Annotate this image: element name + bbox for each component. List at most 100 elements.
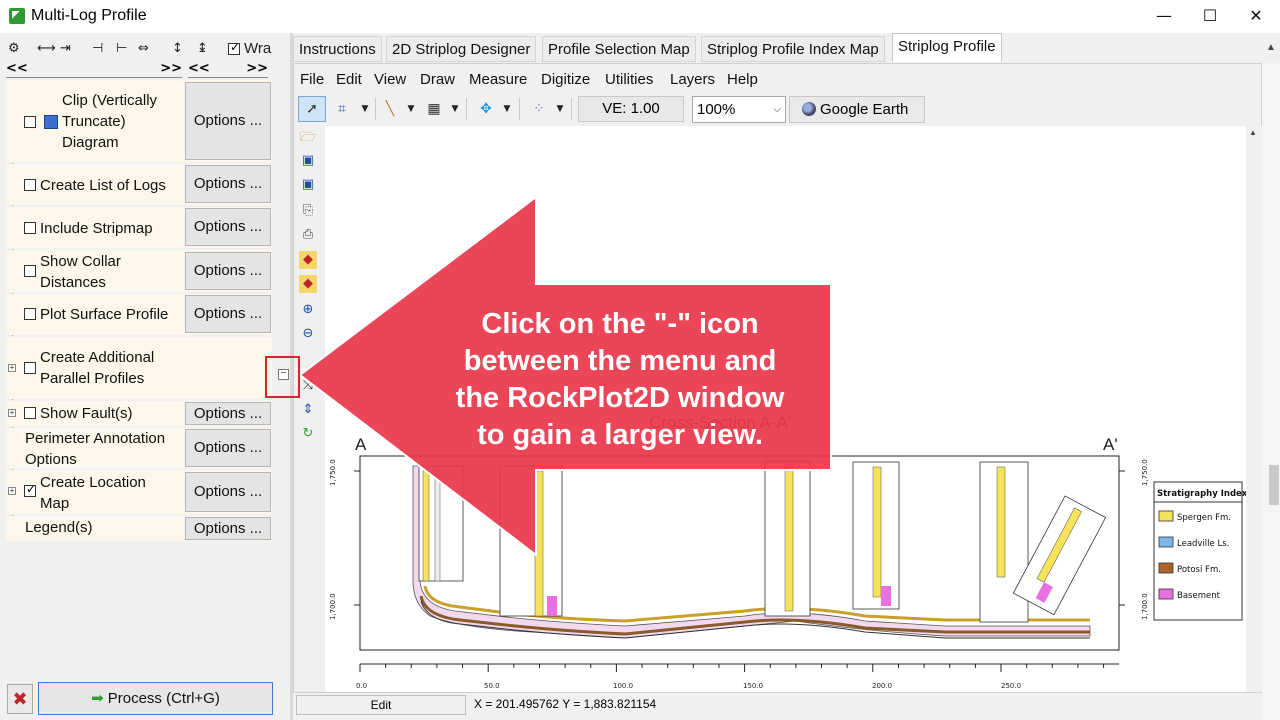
zoom-select[interactable]: 100% ⌵: [692, 96, 786, 123]
outer-scrollbar-thumb[interactable]: [1269, 465, 1279, 505]
cancel-x-button[interactable]: ✖: [7, 684, 33, 714]
menu-file[interactable]: File: [300, 71, 324, 91]
tab-2d-striplog-designer[interactable]: 2D Striplog Designer: [386, 36, 537, 62]
tab-profile-selection-map[interactable]: Profile Selection Map: [542, 36, 696, 62]
expand-vertical-icon[interactable]: ↕: [172, 39, 183, 59]
menu-view[interactable]: View: [374, 71, 406, 91]
google-earth-label: Google Earth: [820, 101, 909, 118]
close-button[interactable]: ✕: [1233, 0, 1279, 32]
grid-dropdown-icon[interactable]: ▼: [448, 96, 462, 122]
stripmap-options-button[interactable]: Options ...: [185, 208, 271, 246]
menu-help[interactable]: Help: [727, 71, 758, 91]
menu-measure[interactable]: Measure: [469, 71, 527, 91]
fit-width-icon[interactable]: ⇔: [138, 39, 149, 59]
snap-icon[interactable]: ✥: [474, 96, 498, 122]
refresh-icon[interactable]: ↻: [299, 425, 317, 443]
option-row-location-map: + Create Location Map Options ...: [6, 470, 272, 514]
menu-digitize[interactable]: Digitize: [541, 71, 590, 91]
tab-striplog-profile-index-map[interactable]: Striplog Profile Index Map: [701, 36, 885, 62]
menu-edit[interactable]: Edit: [336, 71, 362, 91]
surface-profile-options-button[interactable]: Options ...: [185, 295, 271, 333]
y-tick-label-left-1: 1,750.0: [329, 459, 337, 486]
canvas-vertical-scrollbar[interactable]: ▲: [1246, 126, 1262, 692]
parallel-profiles-label-line1: Create Additional: [40, 349, 155, 366]
option-row-surface-profile: Plot Surface Profile Options ...: [6, 294, 272, 335]
points-icon[interactable]: ⁘: [527, 96, 551, 122]
snap-dropdown-icon[interactable]: ▼: [500, 96, 514, 122]
tab-scroll-up-icon[interactable]: ▲: [1262, 36, 1280, 60]
callout-line-2: between the menu and: [463, 345, 777, 377]
expand-left-button[interactable]: >>: [94, 62, 182, 78]
zoom-dropdown-icon[interactable]: ▼: [358, 96, 372, 122]
wrap-checkbox[interactable]: [228, 40, 240, 55]
grid-icon[interactable]: ▦: [422, 96, 446, 122]
maximize-button[interactable]: ☐: [1187, 0, 1233, 32]
scroll-up-icon[interactable]: ▲: [1249, 128, 1257, 137]
expand-horizontal-icon[interactable]: ⟷: [37, 39, 56, 59]
shrink-horizontal-icon[interactable]: ⇥: [60, 39, 71, 59]
select-arrow-icon[interactable]: ➚: [298, 96, 326, 122]
parallel-profiles-expand-icon[interactable]: +: [8, 364, 16, 372]
vertical-exaggeration-box[interactable]: VE: 1.00: [578, 96, 684, 122]
legends-options-button[interactable]: Options ...: [185, 517, 271, 540]
align-center-icon[interactable]: ⊢: [116, 39, 127, 59]
tab-striplog-profile[interactable]: Striplog Profile: [892, 33, 1002, 62]
faults-options-button[interactable]: Options ...: [185, 402, 271, 425]
x-tick-label-250: 250.0: [1001, 682, 1021, 690]
draw-line-icon[interactable]: ╲: [378, 96, 402, 122]
zoom-in-icon[interactable]: ⊕: [299, 301, 317, 319]
open-folder-icon[interactable]: 🗁: [299, 129, 317, 147]
list-of-logs-checkbox[interactable]: [24, 179, 36, 191]
process-button-label: Process (Ctrl+G): [107, 690, 220, 707]
well-log-1: [418, 465, 464, 582]
pan-icon[interactable]: ⇕: [299, 401, 317, 419]
fit-width-icon[interactable]: ◆: [299, 275, 317, 293]
collar-distances-label-line2: Distances: [40, 274, 106, 291]
tab-instructions[interactable]: Instructions: [293, 36, 382, 62]
line-dropdown-icon[interactable]: ▼: [404, 96, 418, 122]
menu-layers[interactable]: Layers: [670, 71, 715, 91]
clip-checkbox[interactable]: [24, 116, 36, 128]
collar-distances-label-line1: Show Collar: [40, 253, 121, 270]
menu-draw[interactable]: Draw: [420, 71, 455, 91]
surface-profile-checkbox[interactable]: [24, 308, 36, 320]
stripmap-checkbox[interactable]: [24, 222, 36, 234]
collar-distances-options-button[interactable]: Options ...: [185, 252, 271, 290]
points-dropdown-icon[interactable]: ▼: [553, 96, 567, 122]
shrink-vertical-icon[interactable]: ↨: [197, 39, 208, 59]
google-earth-button[interactable]: Google Earth: [789, 96, 925, 123]
collar-distances-checkbox[interactable]: [24, 265, 36, 277]
clip-label-line1: Clip (Vertically: [62, 92, 158, 109]
collapse-right-button[interactable]: <<: [188, 62, 228, 78]
collapse-left-button[interactable]: <<: [6, 62, 94, 78]
process-button[interactable]: ➡ Process (Ctrl+G): [38, 682, 273, 715]
location-map-expand-icon[interactable]: +: [8, 487, 16, 495]
callout-text: Click on the "-" icon between the menu a…: [410, 306, 830, 454]
tree-icon[interactable]: ⚙: [8, 39, 20, 59]
menu-utilities[interactable]: Utilities: [605, 71, 653, 91]
section-right-label: A': [1103, 435, 1118, 454]
save-as-icon[interactable]: ▣: [299, 176, 317, 194]
minimize-button[interactable]: —: [1141, 0, 1187, 32]
align-left-icon[interactable]: ⊣: [92, 39, 103, 59]
location-map-options-button[interactable]: Options ...: [185, 472, 271, 512]
zoom-box-icon[interactable]: ⌗: [330, 96, 354, 122]
location-map-checkbox[interactable]: [24, 482, 36, 497]
print-icon[interactable]: ⎙: [299, 226, 317, 244]
perimeter-options-button[interactable]: Options ...: [185, 429, 271, 467]
legend-label: Leadville Ls.: [1177, 539, 1229, 549]
save-icon[interactable]: ▣: [299, 152, 317, 170]
zoom-out-icon[interactable]: ⊖: [299, 325, 317, 343]
option-row-collar-distances: Show Collar Distances Options ...: [6, 250, 272, 292]
parallel-profiles-checkbox[interactable]: [24, 362, 36, 374]
export-icon[interactable]: ⎘: [299, 202, 317, 220]
expand-right-button[interactable]: >>: [228, 62, 268, 78]
clip-options-button[interactable]: Options ...: [185, 82, 271, 160]
option-row-parallel-profiles: + Create Additional Parallel Profiles: [6, 337, 272, 399]
faults-checkbox[interactable]: [24, 407, 36, 419]
rotate-icon[interactable]: ⤨: [299, 377, 317, 395]
faults-expand-icon[interactable]: +: [8, 409, 16, 417]
fit-window-icon[interactable]: ◆: [299, 251, 317, 269]
list-of-logs-options-button[interactable]: Options ...: [185, 165, 271, 203]
faults-label: Show Fault(s): [40, 405, 133, 422]
